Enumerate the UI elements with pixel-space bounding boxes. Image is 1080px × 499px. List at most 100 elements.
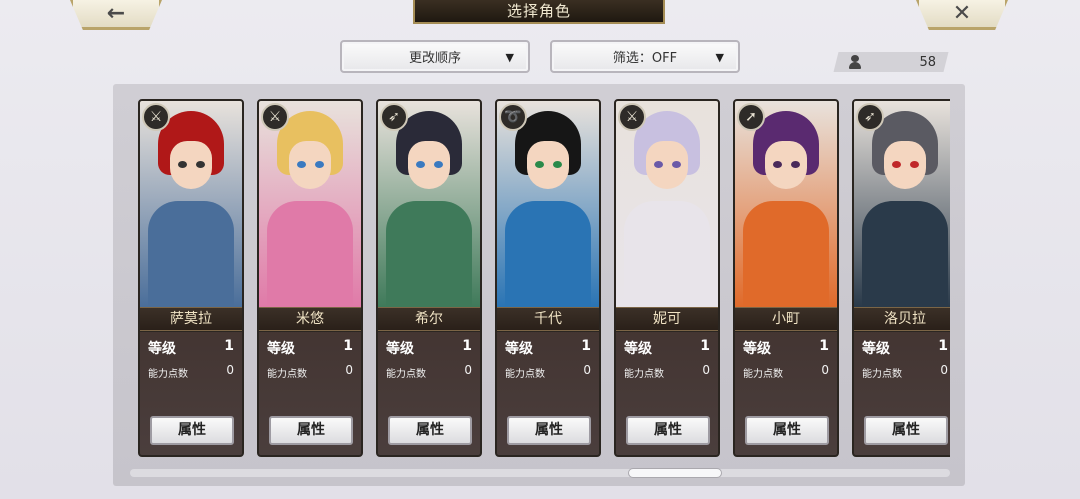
character-count-value: 58 [919, 54, 936, 70]
ability-points-label: 能力点数 [862, 369, 902, 380]
back-arrow-icon: ← [106, 1, 126, 26]
portrait-eye [553, 161, 562, 168]
portrait-eye [672, 161, 681, 168]
portrait-body [267, 201, 353, 307]
sword-icon: ⚔ [142, 103, 170, 131]
portrait-eye [910, 161, 919, 168]
portrait-body [862, 201, 948, 307]
character-stats: 等级 1 能力点数 0 属性 [259, 332, 361, 455]
filter-dropdown[interactable]: 筛选：OFF ▼ [550, 40, 740, 73]
character-card-list[interactable]: ⚔ 萨莫拉 等级 1 能力点数 0 属性 ⚔ 米悠 等级 1 能力点数 0 属性 [138, 99, 950, 459]
portrait-body [624, 201, 710, 307]
chevron-down-icon: ▼ [715, 51, 724, 64]
portrait-eye [654, 161, 663, 168]
character-portrait [378, 101, 480, 307]
character-name: 萨莫拉 [140, 307, 242, 331]
character-name: 小町 [735, 307, 837, 331]
character-name: 洛贝拉 [854, 307, 950, 331]
character-stats: 等级 1 能力点数 0 属性 [378, 332, 480, 455]
level-label: 等级 [505, 341, 533, 357]
character-name: 千代 [497, 307, 599, 331]
character-stats: 等级 1 能力点数 0 属性 [735, 332, 837, 455]
character-stats: 等级 1 能力点数 0 属性 [140, 332, 242, 455]
portrait-eye [315, 161, 324, 168]
ability-points-label: 能力点数 [743, 369, 783, 380]
character-card[interactable]: ⚔ 妮可 等级 1 能力点数 0 属性 [614, 99, 720, 457]
portrait-face [527, 141, 569, 189]
ability-points-label: 能力点数 [505, 369, 545, 380]
ability-points-value: 0 [821, 363, 829, 377]
level-value: 1 [938, 338, 948, 354]
ability-points-value: 0 [226, 363, 234, 377]
portrait-face [408, 141, 450, 189]
level-label: 等级 [624, 341, 652, 357]
bow-icon: ➶ [380, 103, 408, 131]
close-button[interactable]: ✕ [916, 0, 1008, 30]
character-count: 58 [842, 52, 942, 72]
horizontal-scrollbar-thumb[interactable] [628, 468, 722, 478]
attributes-button[interactable]: 属性 [864, 416, 948, 445]
character-stats: 等级 1 能力点数 0 属性 [616, 332, 718, 455]
character-portrait [735, 101, 837, 307]
portrait-body [148, 201, 234, 307]
portrait-eye [892, 161, 901, 168]
bow-icon: ➶ [856, 103, 884, 131]
attributes-button[interactable]: 属性 [269, 416, 353, 445]
ability-points-value: 0 [345, 363, 353, 377]
sword-icon: ⚔ [261, 103, 289, 131]
character-card[interactable]: ➚ 小町 等级 1 能力点数 0 属性 [733, 99, 839, 457]
character-portrait [616, 101, 718, 307]
attributes-button[interactable]: 属性 [626, 416, 710, 445]
level-value: 1 [462, 338, 472, 354]
portrait-body [743, 201, 829, 307]
level-label: 等级 [148, 341, 176, 357]
level-value: 1 [224, 338, 234, 354]
ability-points-value: 0 [583, 363, 591, 377]
character-card[interactable]: ⚔ 萨莫拉 等级 1 能力点数 0 属性 [138, 99, 244, 457]
portrait-body [505, 201, 591, 307]
character-card[interactable]: ➶ 希尔 等级 1 能力点数 0 属性 [376, 99, 482, 457]
portrait-eye [178, 161, 187, 168]
attributes-button[interactable]: 属性 [150, 416, 234, 445]
character-card[interactable]: ➶ 洛贝拉 等级 1 能力点数 0 属性 [852, 99, 950, 457]
ability-points-label: 能力点数 [386, 369, 426, 380]
character-name: 米悠 [259, 307, 361, 331]
portrait-eye [196, 161, 205, 168]
portrait-eye [434, 161, 443, 168]
attributes-button[interactable]: 属性 [507, 416, 591, 445]
portrait-eye [297, 161, 306, 168]
close-icon: ✕ [952, 1, 972, 26]
change-order-dropdown[interactable]: 更改顺序 ▼ [340, 40, 530, 73]
portrait-face [765, 141, 807, 189]
ability-points-value: 0 [940, 363, 948, 377]
ability-points-label: 能力点数 [148, 369, 188, 380]
horizontal-scrollbar-track[interactable] [130, 469, 950, 477]
character-portrait [497, 101, 599, 307]
portrait-face [289, 141, 331, 189]
portrait-eye [791, 161, 800, 168]
portrait-face [646, 141, 688, 189]
back-button[interactable]: ← [70, 0, 162, 30]
level-label: 等级 [743, 341, 771, 357]
change-order-label: 更改顺序 [408, 51, 461, 66]
character-portrait [854, 101, 950, 307]
portrait-eye [773, 161, 782, 168]
character-stats: 等级 1 能力点数 0 属性 [497, 332, 599, 455]
portrait-face [884, 141, 926, 189]
character-card[interactable]: ➰ 千代 等级 1 能力点数 0 属性 [495, 99, 601, 457]
attributes-button[interactable]: 属性 [388, 416, 472, 445]
ability-points-label: 能力点数 [267, 369, 307, 380]
user-icon [848, 55, 862, 69]
level-value: 1 [819, 338, 829, 354]
ability-points-value: 0 [702, 363, 710, 377]
level-value: 1 [700, 338, 710, 354]
chevron-down-icon: ▼ [505, 51, 514, 64]
page-title: 选择角色 [413, 0, 665, 24]
level-label: 等级 [386, 341, 414, 357]
spear-icon: ➚ [737, 103, 765, 131]
portrait-body [386, 201, 472, 307]
character-card[interactable]: ⚔ 米悠 等级 1 能力点数 0 属性 [257, 99, 363, 457]
attributes-button[interactable]: 属性 [745, 416, 829, 445]
sword-icon: ⚔ [618, 103, 646, 131]
character-name: 希尔 [378, 307, 480, 331]
